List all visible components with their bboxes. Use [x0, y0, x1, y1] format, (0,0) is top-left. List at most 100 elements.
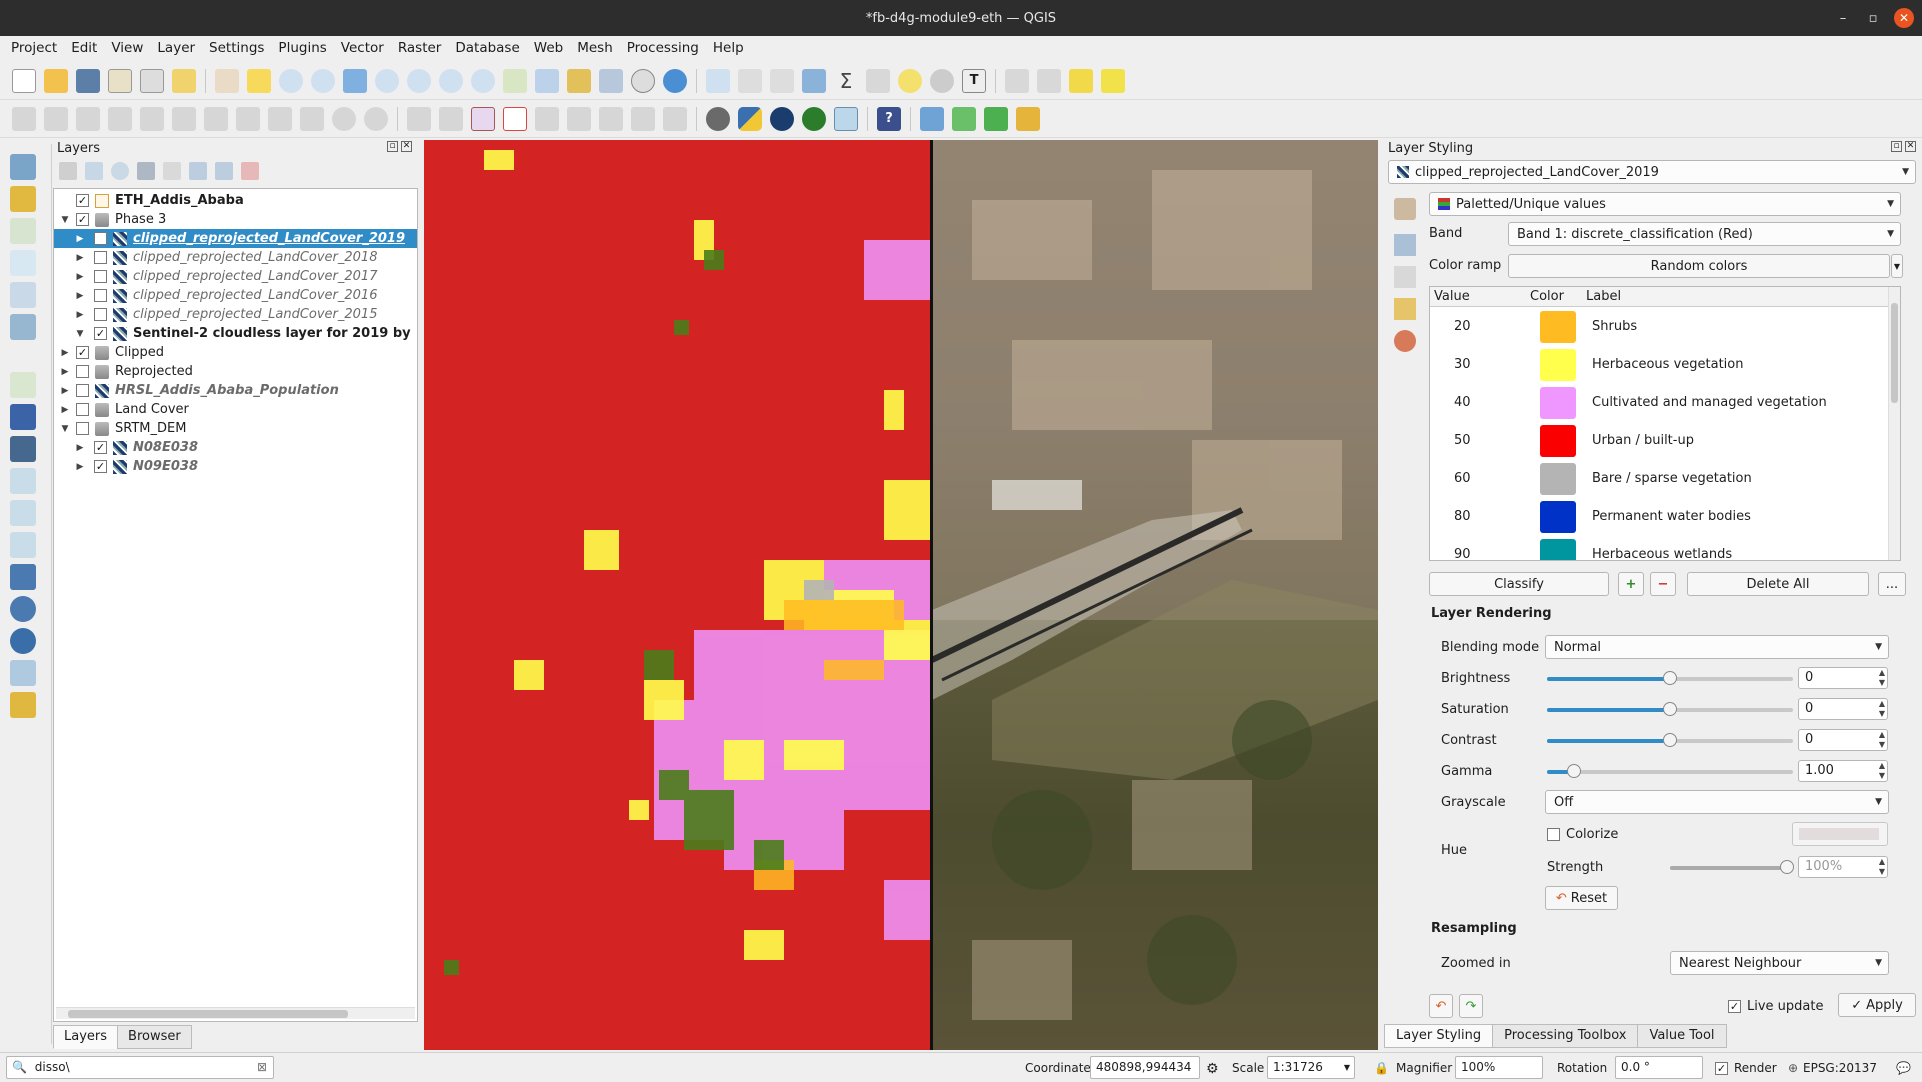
- color-ramp-dropdown[interactable]: ▼: [1891, 254, 1903, 278]
- add-mssql-icon[interactable]: [10, 564, 36, 590]
- expand-arrow-icon[interactable]: ▶: [74, 310, 86, 320]
- measure-line-icon[interactable]: [866, 68, 890, 93]
- zoom-full-icon[interactable]: [343, 68, 367, 93]
- float-panel-icon[interactable]: ▫: [1891, 141, 1902, 152]
- delete-all-button[interactable]: Delete All: [1687, 572, 1869, 596]
- gamma-slider[interactable]: [1547, 764, 1793, 778]
- new-bookmark-icon[interactable]: [567, 68, 591, 93]
- open-project-icon[interactable]: [44, 68, 68, 93]
- horizontal-scrollbar[interactable]: [56, 1007, 415, 1019]
- toggle-editing-icon[interactable]: [12, 106, 36, 131]
- data-source-manager-icon[interactable]: [10, 154, 36, 180]
- help-icon[interactable]: ?: [877, 106, 901, 131]
- layer-visibility-checkbox[interactable]: ✓: [76, 194, 89, 207]
- pan-to-selection-icon[interactable]: [247, 68, 271, 93]
- new-spatialite-icon[interactable]: [10, 250, 36, 276]
- add-class-button[interactable]: +: [1618, 572, 1644, 596]
- strength-input[interactable]: 100% ▲ ▼: [1798, 856, 1888, 878]
- transparency-tab-icon[interactable]: [1394, 234, 1416, 256]
- value-tool-icon[interactable]: [834, 106, 858, 131]
- layout-manager-icon[interactable]: [140, 68, 164, 93]
- menu-mesh[interactable]: Mesh: [570, 36, 620, 61]
- filter-legend-icon[interactable]: [137, 162, 155, 180]
- grayscale-select[interactable]: Off ▼: [1545, 790, 1889, 814]
- toggle-extents-icon[interactable]: ⚙: [1206, 1061, 1219, 1077]
- close-icon[interactable]: ✕: [1894, 8, 1914, 28]
- text-annotation-icon[interactable]: T: [962, 68, 986, 93]
- palette-row[interactable]: 90 Herbaceous wetlands: [1430, 535, 1890, 560]
- saturation-input[interactable]: 0 ▲ ▼: [1798, 698, 1888, 720]
- menu-view[interactable]: View: [104, 36, 150, 61]
- expand-arrow-icon[interactable]: ▶: [74, 253, 86, 263]
- new-map-view-icon[interactable]: [535, 68, 559, 93]
- cut-features-icon[interactable]: [236, 106, 260, 131]
- layer-visibility-checkbox[interactable]: [94, 251, 107, 264]
- band-select[interactable]: Band 1: discrete_classification (Red) ▼: [1508, 222, 1901, 246]
- zoom-to-layer-icon[interactable]: [407, 68, 431, 93]
- filter-by-expression-icon[interactable]: [163, 162, 181, 180]
- slider-handle[interactable]: [1663, 671, 1677, 685]
- menu-project[interactable]: Project: [4, 36, 64, 61]
- menu-processing[interactable]: Processing: [620, 36, 706, 61]
- class-color-swatch[interactable]: [1540, 311, 1576, 343]
- renderer-select[interactable]: Paletted/Unique values ▼: [1429, 192, 1901, 216]
- zoom-in-icon[interactable]: [279, 68, 303, 93]
- zoom-native-icon[interactable]: [439, 68, 463, 93]
- palette-row[interactable]: 50 Urban / built-up: [1430, 421, 1890, 459]
- expand-arrow-icon[interactable]: ▶: [54, 348, 76, 358]
- layer-visibility-checkbox[interactable]: ✓: [94, 327, 107, 340]
- layer-item[interactable]: ▶ clipped_reprojected_LandCover_2017: [54, 267, 417, 286]
- slider-handle[interactable]: [1663, 702, 1677, 716]
- menu-raster[interactable]: Raster: [391, 36, 449, 61]
- palette-row[interactable]: 40 Cultivated and managed vegetation: [1430, 383, 1890, 421]
- info-icon[interactable]: [802, 106, 826, 131]
- crs-label[interactable]: EPSG:20137: [1803, 1061, 1877, 1075]
- quickmapservices-icon[interactable]: [706, 106, 730, 131]
- scale-select[interactable]: 1:31726 ▼: [1267, 1056, 1355, 1079]
- menu-web[interactable]: Web: [527, 36, 570, 61]
- close-panel-icon[interactable]: ✕: [401, 141, 412, 152]
- delete-selected-icon[interactable]: [204, 106, 228, 131]
- histogram-tab-icon[interactable]: [1394, 266, 1416, 288]
- contrast-input[interactable]: 0 ▲ ▼: [1798, 729, 1888, 751]
- copy-features-icon[interactable]: [268, 106, 292, 131]
- deselect-all-icon[interactable]: [1069, 68, 1093, 93]
- expand-arrow-icon[interactable]: ▶: [74, 291, 86, 301]
- close-panel-icon[interactable]: ✕: [1905, 141, 1916, 152]
- spin-arrows-icon[interactable]: ▲ ▼: [1879, 668, 1885, 688]
- layer-item[interactable]: ▶ clipped_reprojected_LandCover_2016: [54, 286, 417, 305]
- add-group-icon[interactable]: [85, 162, 103, 180]
- undo-icon[interactable]: [332, 106, 356, 131]
- layer-item[interactable]: ▼ ✓ Sentinel-2 cloudless layer for 2019 …: [54, 324, 417, 343]
- zoom-to-selection-icon[interactable]: [375, 68, 399, 93]
- add-raster-layer-icon[interactable]: [10, 404, 36, 430]
- new-temp-layer-icon[interactable]: [10, 282, 36, 308]
- select-features-icon[interactable]: [1005, 68, 1029, 93]
- redo-style-button[interactable]: ↷: [1459, 994, 1483, 1018]
- layer-item-selected[interactable]: ▶ clipped_reprojected_LandCover_2019: [54, 229, 417, 248]
- class-color-swatch[interactable]: [1540, 349, 1576, 381]
- add-feature-icon[interactable]: [108, 106, 132, 131]
- tab-layer-styling[interactable]: Layer Styling: [1384, 1024, 1494, 1048]
- edit-pencil-icon[interactable]: [44, 106, 68, 131]
- select-by-location-icon[interactable]: [1101, 68, 1125, 93]
- layer-visibility-checkbox[interactable]: [94, 308, 107, 321]
- label-properties-icon[interactable]: [663, 106, 687, 131]
- reset-button[interactable]: ↶ Reset: [1545, 886, 1618, 910]
- zoom-last-icon[interactable]: [471, 68, 495, 93]
- layer-labeling-icon[interactable]: [439, 106, 463, 131]
- pan-icon[interactable]: [215, 68, 239, 93]
- expand-all-icon[interactable]: [189, 162, 207, 180]
- menu-database[interactable]: Database: [448, 36, 526, 61]
- classify-button[interactable]: Classify: [1429, 572, 1609, 596]
- spin-arrows-icon[interactable]: ▲ ▼: [1879, 857, 1885, 877]
- crs-globe-icon[interactable]: ⊕: [1788, 1061, 1798, 1075]
- menu-layer[interactable]: Layer: [150, 36, 202, 61]
- layer-item[interactable]: ▶ clipped_reprojected_LandCover_2015: [54, 305, 417, 324]
- add-wcs-icon[interactable]: [10, 628, 36, 654]
- class-color-swatch[interactable]: [1540, 501, 1576, 533]
- zoom-out-icon[interactable]: [311, 68, 335, 93]
- minimize-icon[interactable]: –: [1828, 0, 1858, 36]
- zoom-next-icon[interactable]: [503, 68, 527, 93]
- show-hide-labels-icon[interactable]: [631, 106, 655, 131]
